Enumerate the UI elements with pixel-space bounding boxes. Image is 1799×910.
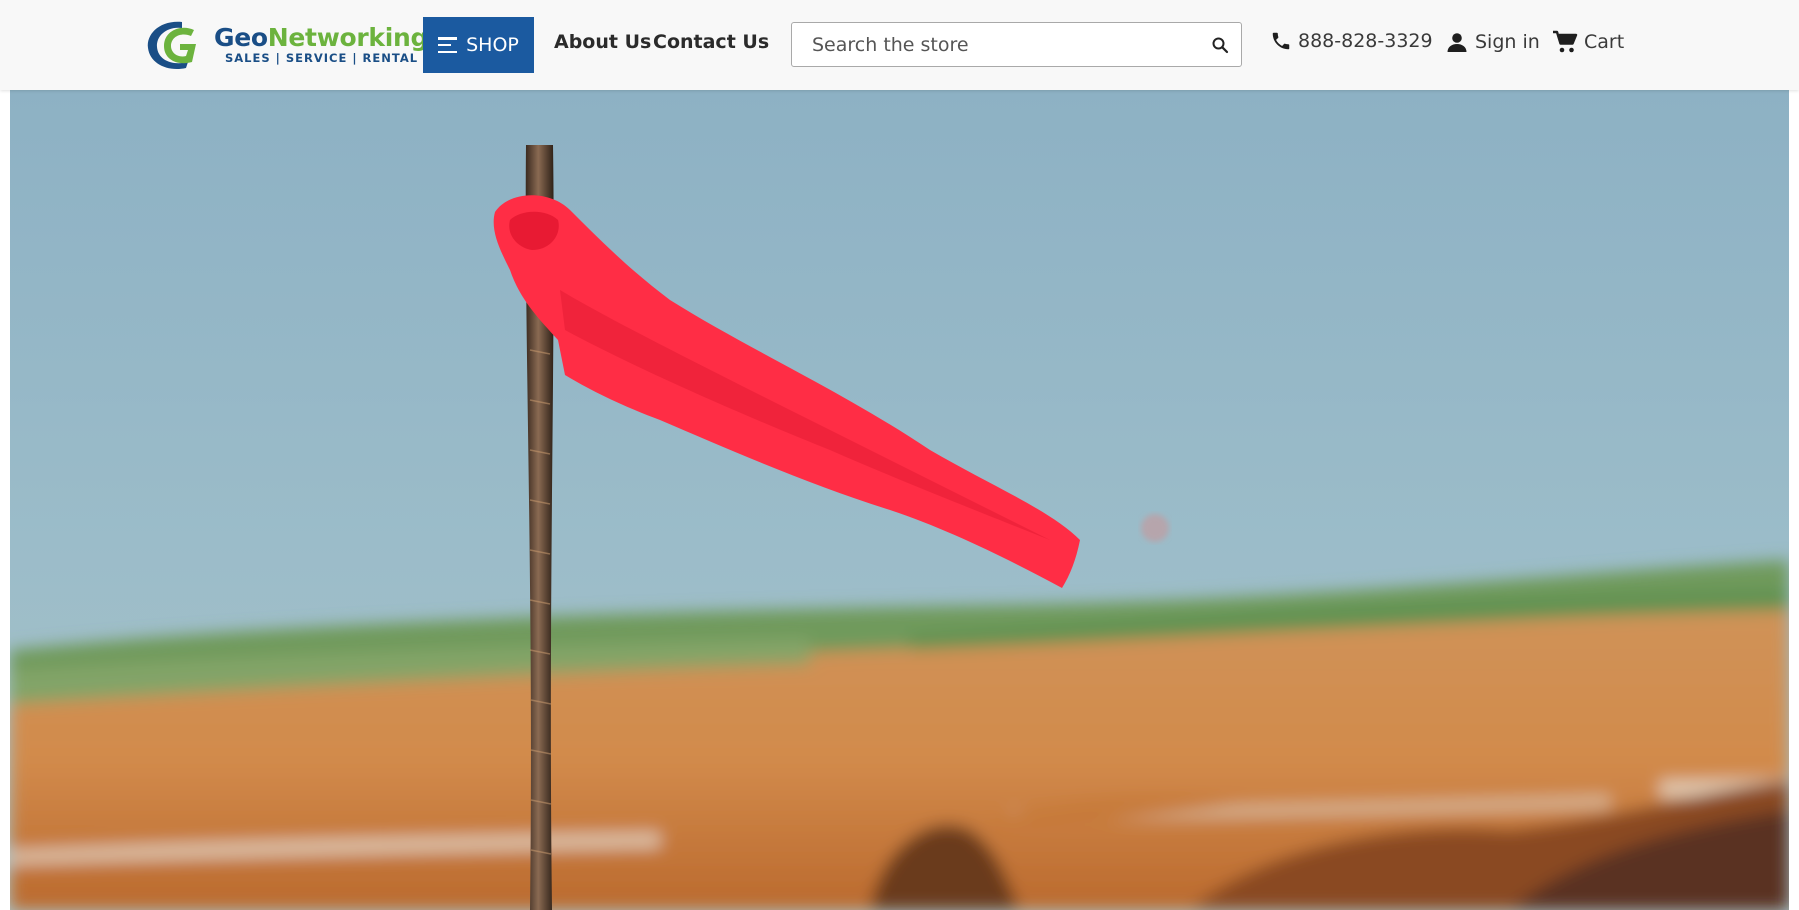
shop-menu-button[interactable]: SHOP <box>423 17 534 73</box>
cart-icon <box>1553 30 1578 53</box>
logo[interactable]: GeoNetworking SALES | SERVICE | RENTAL <box>142 16 428 74</box>
user-icon <box>1447 33 1467 52</box>
phone-number: 888-828-3329 <box>1298 30 1433 52</box>
nav-link-about-us[interactable]: About Us <box>554 31 651 53</box>
logo-name-geo: Geo <box>214 23 268 52</box>
signin-link[interactable]: Sign in <box>1445 30 1540 54</box>
cart-link[interactable]: Cart <box>1552 30 1624 54</box>
signin-label: Sign in <box>1475 31 1540 53</box>
site-header: GeoNetworking SALES | SERVICE | RENTAL S… <box>0 0 1799 90</box>
survey-flag-photo <box>10 90 1789 910</box>
search-input[interactable] <box>792 23 1212 66</box>
search-icon[interactable] <box>1211 36 1229 54</box>
nav-link-contact-us[interactable]: Contact Us <box>653 31 769 53</box>
phone-icon <box>1272 32 1290 50</box>
cart-label: Cart <box>1584 31 1625 53</box>
hero-banner <box>10 90 1789 910</box>
logo-name-networking: Networking <box>267 23 429 52</box>
logo-mark-icon <box>147 21 196 70</box>
hamburger-icon <box>438 37 458 53</box>
shop-button-label: SHOP <box>466 34 519 56</box>
search-box <box>791 22 1242 67</box>
phone-link[interactable]: 888-828-3329 <box>1270 30 1433 52</box>
logo-tagline: SALES | SERVICE | RENTAL <box>225 51 419 65</box>
logo-name: GeoNetworking <box>214 23 428 52</box>
